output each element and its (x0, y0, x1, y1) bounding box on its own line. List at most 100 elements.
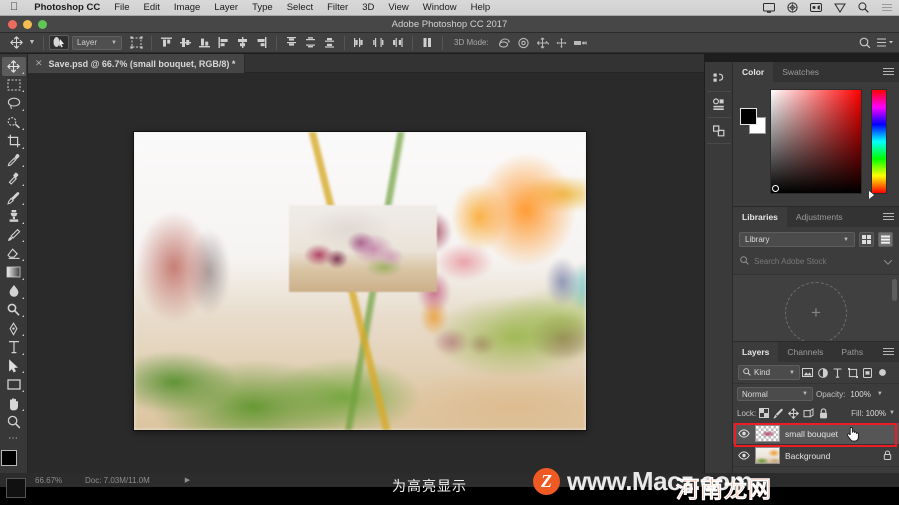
tab-channels[interactable]: Channels (778, 342, 832, 362)
tool-path-selection[interactable] (2, 357, 26, 376)
table-row[interactable]: Background (733, 445, 899, 467)
eye-icon[interactable] (737, 451, 750, 460)
menu-item-window[interactable]: Window (416, 0, 464, 16)
tool-hand[interactable] (2, 394, 26, 413)
menu-item-edit[interactable]: Edit (137, 0, 167, 16)
apple-icon[interactable]:  (0, 2, 27, 13)
more-tools-icon[interactable]: ⋯ (2, 432, 26, 446)
layer-thumbnail[interactable] (755, 447, 780, 464)
distribute-top-edges-icon[interactable] (282, 35, 301, 51)
tab-layers[interactable]: Layers (733, 342, 779, 362)
filter-type-icon[interactable] (830, 365, 845, 380)
tool-preset-chevron-down-icon[interactable]: ▼ (26, 35, 38, 51)
align-left-edges-icon[interactable] (214, 35, 233, 51)
align-right-edges-icon[interactable] (252, 35, 271, 51)
tool-rectangular-marquee[interactable] (2, 76, 26, 95)
lock-position-icon[interactable] (786, 406, 801, 420)
fill-chevron-down-icon[interactable]: ▼ (888, 410, 895, 416)
eye-icon[interactable] (737, 429, 750, 438)
hue-slider[interactable] (871, 89, 887, 194)
tool-eraser[interactable] (2, 244, 26, 263)
tool-rectangle-shape[interactable] (2, 375, 26, 394)
tool-zoom[interactable] (2, 413, 26, 432)
layer-name[interactable]: small bouquet (785, 429, 838, 439)
library-empty-state[interactable]: + (733, 275, 899, 347)
tool-move[interactable] (1, 57, 26, 76)
adobe-stock-search-row[interactable]: Search Adobe Stock (733, 249, 899, 275)
tab-libraries[interactable]: Libraries (733, 207, 787, 227)
history-panel-icon[interactable] (706, 66, 731, 92)
tool-spot-healing-brush[interactable] (2, 169, 26, 188)
distribute-horizontal-centers-icon[interactable] (369, 35, 388, 51)
search-input[interactable]: Search Adobe Stock (754, 257, 879, 266)
menu-item-select[interactable]: Select (280, 0, 320, 16)
foreground-color-swatch[interactable] (0, 449, 17, 466)
align-top-edges-icon[interactable] (157, 35, 176, 51)
filter-adjustment-icon[interactable] (815, 365, 830, 380)
opacity-value[interactable]: 100% (848, 387, 872, 401)
tool-horizontal-type[interactable] (2, 338, 26, 357)
tool-pen[interactable] (2, 319, 26, 338)
panel-menu-icon[interactable] (883, 213, 894, 222)
search-icon[interactable] (859, 35, 871, 51)
lock-all-icon[interactable] (816, 406, 831, 420)
show-transform-controls-icon[interactable] (127, 35, 146, 51)
filter-toggle-icon[interactable] (875, 365, 890, 380)
scale-3d-icon[interactable] (571, 35, 590, 51)
artboard[interactable] (134, 132, 586, 430)
color-picker-marker[interactable] (772, 185, 779, 192)
menu-item-3d[interactable]: 3D (355, 0, 381, 16)
menu-item-type[interactable]: Type (245, 0, 280, 16)
menu-item-layer[interactable]: Layer (207, 0, 245, 16)
layer-thumbnail[interactable] (755, 425, 780, 442)
panel-menu-icon[interactable] (883, 348, 894, 357)
align-vertical-centers-icon[interactable] (176, 35, 195, 51)
shield-icon[interactable] (828, 3, 852, 13)
workspace-switcher-icon[interactable] (876, 35, 893, 51)
color-swatches[interactable] (0, 449, 27, 475)
color-spectrum-field[interactable] (770, 89, 862, 194)
canvas-area[interactable] (28, 73, 704, 473)
chevron-right-icon[interactable]: ▶ (150, 476, 190, 484)
distribute-right-edges-icon[interactable] (388, 35, 407, 51)
filter-pixel-icon[interactable] (800, 365, 815, 380)
layer-name[interactable]: Background (785, 451, 830, 461)
layer-filter-kind-dropdown[interactable]: Kind ▼ (738, 365, 800, 380)
drag-3d-icon[interactable] (533, 35, 552, 51)
tool-eyedropper[interactable] (2, 151, 26, 170)
tool-lasso[interactable] (2, 94, 26, 113)
fill-value[interactable]: 100% (864, 406, 888, 420)
menu-item-image[interactable]: Image (167, 0, 207, 16)
panel-menu-icon[interactable] (883, 68, 894, 77)
tool-blur[interactable] (2, 282, 26, 301)
foreground-color-swatch[interactable] (740, 108, 757, 125)
lock-image-pixels-icon[interactable] (771, 406, 786, 420)
spotlight-wheel-icon[interactable] (781, 2, 804, 13)
roll-3d-icon[interactable] (514, 35, 533, 51)
tab-adjustments[interactable]: Adjustments (787, 207, 852, 227)
list-view-icon[interactable] (878, 232, 893, 247)
display-icon[interactable] (757, 2, 781, 13)
menu-item-help[interactable]: Help (464, 0, 498, 16)
align-bottom-edges-icon[interactable] (195, 35, 214, 51)
screen-record-icon[interactable] (804, 3, 828, 12)
align-more-icon[interactable] (418, 35, 437, 51)
tab-paths[interactable]: Paths (832, 342, 872, 362)
tool-clone-stamp[interactable] (2, 207, 26, 226)
properties-panel-icon[interactable] (706, 92, 731, 118)
layer-comps-panel-icon[interactable] (706, 118, 731, 144)
hue-slider-handle[interactable] (869, 191, 874, 199)
align-horizontal-centers-icon[interactable] (233, 35, 252, 51)
slide-3d-icon[interactable] (552, 35, 571, 51)
opacity-chevron-down-icon[interactable]: ▼ (876, 391, 883, 397)
search-icon[interactable] (852, 2, 875, 13)
distribute-left-edges-icon[interactable] (350, 35, 369, 51)
small-bouquet-layer-image[interactable] (289, 205, 437, 292)
tool-gradient[interactable] (2, 263, 26, 282)
plus-icon[interactable]: + (785, 282, 847, 344)
menu-item-filter[interactable]: Filter (320, 0, 355, 16)
library-scrollbar[interactable] (892, 279, 897, 301)
menu-app-name[interactable]: Photoshop CC (27, 0, 107, 16)
menu-item-file[interactable]: File (107, 0, 136, 16)
library-dropdown[interactable]: Library ▼ (739, 232, 855, 247)
